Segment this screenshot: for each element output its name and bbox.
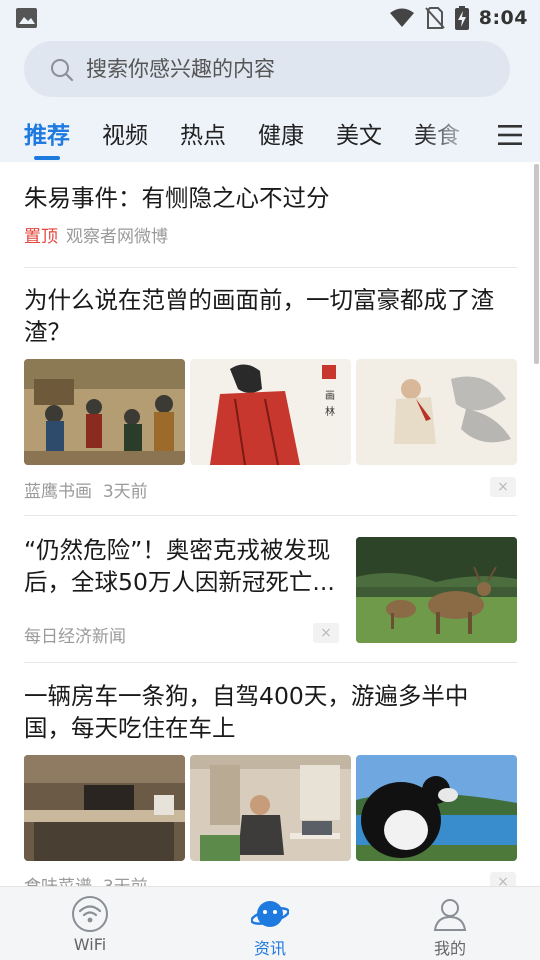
dismiss-button[interactable]: × xyxy=(313,623,339,643)
nav-label: 资讯 xyxy=(253,939,286,958)
news-title[interactable]: 为什么说在范曾的画面前，一切富豪都成了渣渣？ xyxy=(24,284,512,348)
svg-text:画: 画 xyxy=(325,391,335,402)
wifi-signal-icon xyxy=(389,8,414,27)
divider xyxy=(24,662,517,663)
news-source: 每日经济新闻 xyxy=(24,627,126,647)
search-input[interactable]: 搜索你感兴趣的内容 xyxy=(24,41,510,97)
category-tabs: 推荐 视频 热点 健康 美文 美食 xyxy=(0,106,540,162)
search-area: 搜索你感兴趣的内容 xyxy=(0,36,540,106)
news-image-painting-1 xyxy=(24,359,185,465)
news-image-painting-2: 画 林 xyxy=(190,359,351,465)
news-meta: 蓝鹰书画 3天前 xyxy=(24,477,148,502)
news-source: 蓝鹰书画 xyxy=(24,482,92,502)
bottom-navigation: WiFi 资讯 我的 xyxy=(0,886,540,960)
divider xyxy=(24,267,517,268)
divider xyxy=(24,515,517,516)
no-sim-icon xyxy=(424,7,445,29)
clock: 8:04 xyxy=(478,7,528,29)
dismiss-button[interactable]: × xyxy=(490,872,516,886)
news-title[interactable]: “仍然危险”！奥密克戎被发现后，全球50万人因新冠死亡... xyxy=(24,534,336,598)
scrollbar[interactable] xyxy=(534,164,539,364)
battery-charging-icon xyxy=(454,6,469,30)
svg-text:林: 林 xyxy=(325,405,335,418)
news-time: 3天前 xyxy=(102,482,148,502)
menu-icon[interactable] xyxy=(498,124,522,146)
status-indicators: 8:04 xyxy=(389,0,528,36)
nav-profile[interactable]: 我的 xyxy=(390,887,510,960)
tab-hot[interactable]: 热点 xyxy=(180,116,226,150)
news-image-man-in-rv xyxy=(190,755,351,861)
nav-label: 我的 xyxy=(433,939,466,958)
news-image-deer xyxy=(356,537,517,643)
search-icon xyxy=(51,59,74,82)
tab-recommend[interactable]: 推荐 xyxy=(24,116,70,150)
nav-label: WiFi xyxy=(73,935,107,954)
news-title[interactable]: 朱易事件：有恻隐之心不过分 xyxy=(24,182,512,214)
nav-wifi[interactable]: WiFi xyxy=(30,887,150,960)
wifi-icon xyxy=(72,896,108,932)
active-tab-indicator xyxy=(34,156,60,160)
news-image-rv-interior xyxy=(24,755,185,861)
news-meta: 每日经济新闻 xyxy=(24,622,126,647)
news-title[interactable]: 一辆房车一条狗，自驾400天，游遍多半中国，每天吃住在车上 xyxy=(24,680,512,744)
tab-fade-overlay xyxy=(420,106,480,162)
image-icon xyxy=(16,8,37,28)
news-feed[interactable]: 朱易事件：有恻隐之心不过分 置顶 观察者网微博 为什么说在范曾的画面前，一切富豪都… xyxy=(0,162,540,886)
news-source: 食味菜谱 xyxy=(24,877,92,886)
news-time: 3天前 xyxy=(103,877,148,886)
dismiss-button[interactable]: × xyxy=(490,477,516,497)
news-image-painting-3 xyxy=(356,359,517,465)
search-placeholder: 搜索你感兴趣的内容 xyxy=(86,57,275,81)
user-icon xyxy=(433,899,467,931)
nav-news[interactable]: 资讯 xyxy=(210,887,330,960)
pinned-badge: 置顶 xyxy=(24,227,58,247)
news-source: 观察者网微博 xyxy=(66,227,168,247)
tab-essay[interactable]: 美文 xyxy=(336,116,382,150)
news-meta: 食味菜谱 3天前 xyxy=(24,872,148,886)
planet-icon xyxy=(251,901,289,927)
news-image-dog-lake xyxy=(356,755,517,861)
tab-video[interactable]: 视频 xyxy=(102,116,148,150)
news-meta: 置顶 观察者网微博 xyxy=(24,222,168,247)
tab-health[interactable]: 健康 xyxy=(258,116,304,150)
status-bar: 8:04 xyxy=(0,0,540,36)
